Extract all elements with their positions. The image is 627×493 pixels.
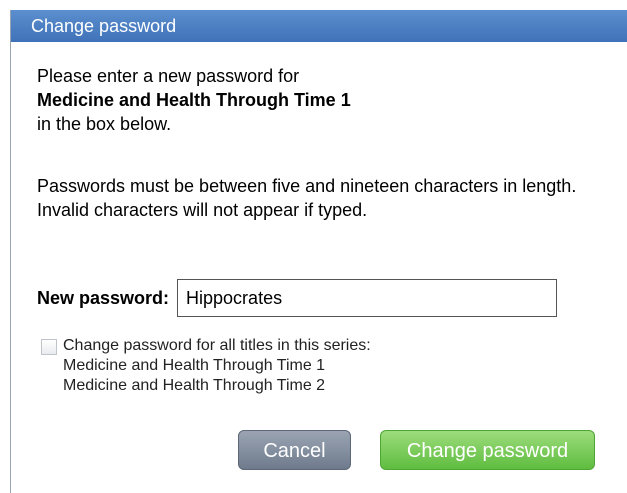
password-rules-text: Passwords must be between five and ninet… bbox=[37, 176, 577, 220]
book-title: Medicine and Health Through Time 1 bbox=[37, 90, 351, 110]
change-password-button[interactable]: Change password bbox=[380, 430, 595, 470]
intro-line-3: in the box below. bbox=[37, 114, 172, 134]
cancel-button[interactable]: Cancel bbox=[238, 430, 351, 470]
series-checkbox-label: Change password for all titles in this s… bbox=[63, 337, 371, 354]
series-title-1: Medicine and Health Through Time 1 bbox=[63, 357, 326, 374]
series-checkbox[interactable] bbox=[41, 339, 57, 355]
series-checkbox-text: Change password for all titles in this s… bbox=[63, 336, 371, 396]
change-password-dialog: Change password Please enter a new passw… bbox=[10, 10, 627, 493]
password-row: New password: bbox=[37, 278, 558, 318]
new-password-input[interactable] bbox=[177, 279, 558, 317]
series-checkbox-row[interactable]: Change password for all titles in this s… bbox=[41, 336, 371, 396]
intro-text: Please enter a new password for Medicine… bbox=[37, 64, 351, 136]
new-password-label: New password: bbox=[37, 287, 170, 308]
intro-line-1: Please enter a new password for bbox=[37, 66, 300, 86]
dialog-title: Change password bbox=[11, 10, 627, 42]
series-title-2: Medicine and Health Through Time 2 bbox=[63, 377, 326, 394]
